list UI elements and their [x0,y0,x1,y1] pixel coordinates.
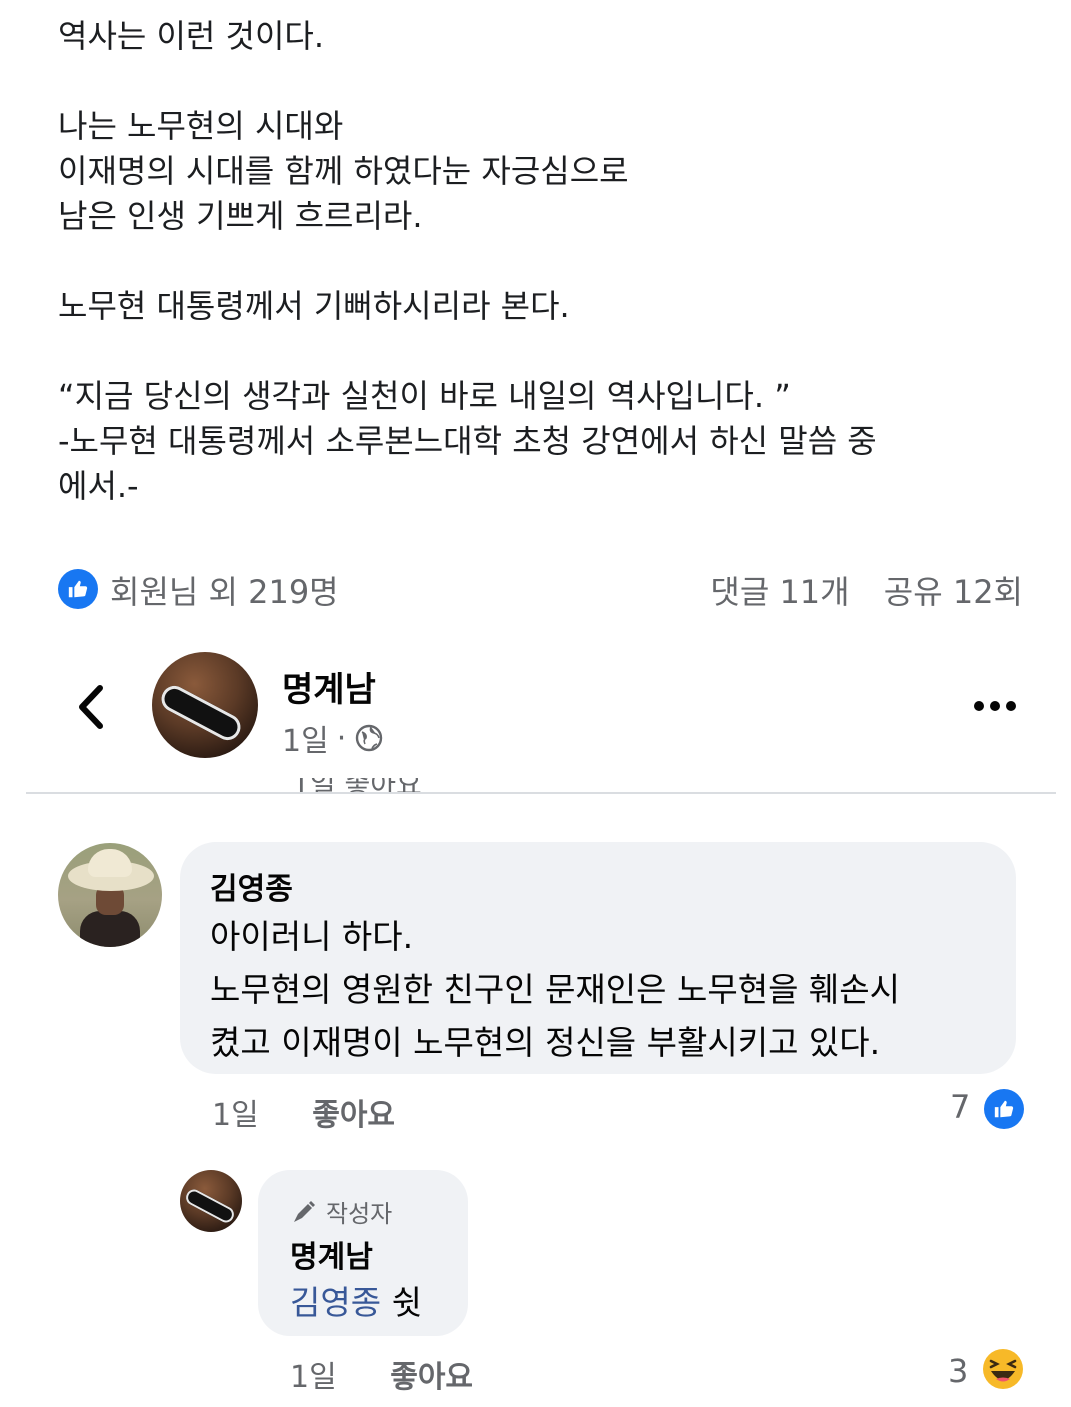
shares-count[interactable]: 공유 12회 [884,573,1023,611]
haha-icon[interactable] [982,1348,1024,1390]
like-icon[interactable] [58,569,98,609]
reply-time[interactable]: 1일 [290,1360,337,1395]
post-line: 나는 노무현의 시대와 [58,107,344,145]
mention-link[interactable]: 김영종 [290,1283,381,1322]
pen-icon [294,1200,315,1222]
avatar[interactable] [58,843,162,947]
reply-actions: 1일 좋아요 [290,1352,473,1396]
post-meta: 1일 · [282,716,384,760]
divider [26,792,1056,794]
comment-time[interactable]: 1일 [212,1098,259,1133]
post-header: 명계남 1일 · [0,640,1071,790]
reaction-count[interactable]: 3 [948,1352,968,1390]
post-line: 남은 인생 기쁘게 흐르리라. [58,197,423,235]
more-icon[interactable] [972,698,1018,712]
author-name[interactable]: 명계남 [282,662,376,711]
globe-icon [356,724,383,752]
reaction-count[interactable]: 7 [950,1088,970,1126]
like-button[interactable]: 좋아요 [390,1360,473,1395]
post-line: “지금 당신의 생각과 실천이 바로 내일의 역사입니다. ” [58,377,791,415]
cut-off-text: 1일 좋아요 [292,778,422,792]
post-time[interactable]: 1일 [282,716,329,760]
post-text: 역사는 이런 것이다. 나는 노무현의 시대와 이재명의 시대를 함께 하였다눈… [58,14,1038,509]
commenter-name[interactable]: 김영종 [210,864,293,908]
engagement-counts: 댓글 11개 공유 12회 [710,567,1023,613]
author-badge: 작성자 [290,1194,392,1229]
post-line: 이재명의 시대를 함께 하였다눈 자긍심으로 [58,152,629,190]
reply-bubble: 작성자 명계남 김영종 쉿 [258,1170,468,1336]
post-line: 노무현 대통령께서 기뻐하시리라 본다. [58,287,570,325]
post-line: 역사는 이런 것이다. [58,17,325,55]
avatar[interactable] [180,1170,242,1232]
reactions-summary[interactable]: 회원님 외 219명 [110,567,339,613]
avatar[interactable] [152,652,258,758]
comments-count[interactable]: 댓글 11개 [710,573,849,611]
comment-actions: 1일 좋아요 [212,1090,395,1134]
chevron-left-icon[interactable] [70,682,110,732]
reply-text: 김영종 쉿 [290,1283,422,1322]
post-line: -노무현 대통령께서 소루본느대학 초청 강연에서 하신 말씀 중 [58,422,877,460]
reactions-bar: 회원님 외 219명 댓글 11개 공유 12회 [58,564,1023,614]
comment-bubble: 김영종 아이러니 하다. 노무현의 영원한 친구인 문재인은 노무현을 훼손시 … [180,842,1016,1074]
commenter-name[interactable]: 명계남 [290,1232,373,1276]
like-button[interactable]: 좋아요 [312,1098,395,1133]
comment-text: 아이러니 하다. 노무현의 영원한 친구인 문재인은 노무현을 훼손시 켰고 이… [210,917,901,1062]
post-line: 에서.- [58,467,139,505]
like-icon[interactable] [984,1089,1024,1129]
